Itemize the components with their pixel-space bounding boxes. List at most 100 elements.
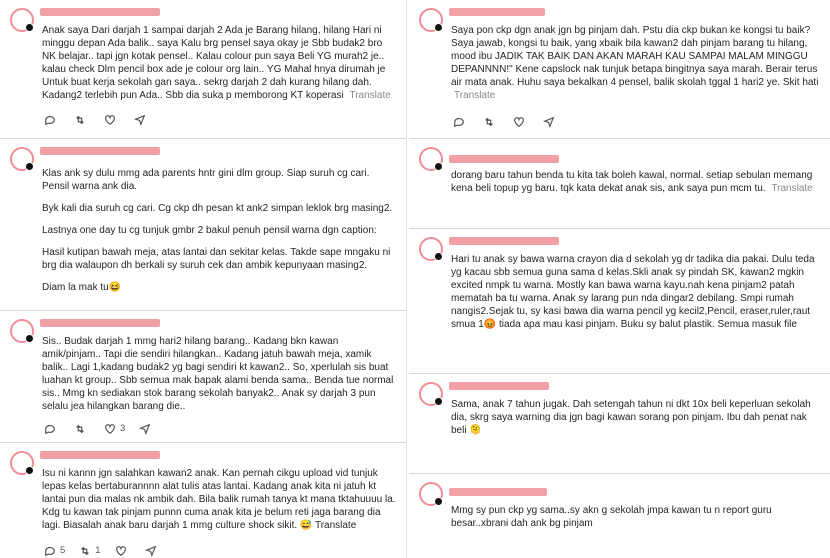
like-button[interactable] bbox=[104, 114, 120, 126]
avatar-badge bbox=[25, 466, 34, 475]
reply-icon bbox=[45, 424, 55, 434]
post-paragraph: Anak saya Dari darjah 1 sampai darjah 2 … bbox=[42, 25, 386, 101]
reply-count: 5 bbox=[60, 545, 66, 556]
avatar[interactable] bbox=[419, 382, 443, 406]
avatar[interactable] bbox=[419, 8, 443, 32]
retweet-count: 1 bbox=[95, 545, 101, 556]
avatar[interactable] bbox=[419, 482, 443, 506]
redacted-username bbox=[449, 155, 559, 163]
post-text: Hari tu anak sy bawa warna crayon dia d … bbox=[451, 253, 820, 340]
avatar[interactable] bbox=[10, 8, 34, 32]
reply-button[interactable]: 5 bbox=[44, 544, 65, 557]
post-paragraph: Sama, anak 7 tahun jugak. Dah setengah t… bbox=[451, 399, 811, 436]
retweet-button[interactable] bbox=[74, 423, 90, 435]
retweet-icon bbox=[485, 117, 493, 127]
action-bar bbox=[453, 116, 555, 128]
heart-icon bbox=[105, 115, 115, 126]
redacted-username bbox=[449, 8, 545, 16]
action-bar: 3 bbox=[44, 422, 151, 435]
avatar[interactable] bbox=[10, 451, 34, 475]
reply-button[interactable] bbox=[44, 114, 60, 126]
action-bar: 5 1 bbox=[44, 544, 157, 557]
reply-post[interactable]: dorang baru tahun benda tu kita tak bole… bbox=[409, 139, 830, 229]
reply-post[interactable]: Isu ni kannn jgn salahkan kawan2 anak. K… bbox=[0, 443, 406, 558]
post-paragraph: Isu ni kannn jgn salahkan kawan2 anak. K… bbox=[42, 468, 396, 531]
avatar-badge bbox=[25, 162, 34, 171]
retweet-button[interactable] bbox=[74, 114, 90, 126]
like-button[interactable]: 3 bbox=[104, 422, 125, 435]
like-button[interactable] bbox=[513, 116, 529, 128]
retweet-icon bbox=[81, 546, 90, 555]
post-paragraph: Mmg sy pun ckp yg sama..sy akn g sekolah… bbox=[451, 505, 772, 529]
retweet-icon bbox=[76, 424, 84, 433]
redacted-username bbox=[449, 237, 559, 245]
share-button[interactable] bbox=[144, 545, 157, 557]
action-bar bbox=[44, 114, 146, 126]
post-paragraph: Byk kali dia suruh cg cari. Cg ckp dh pe… bbox=[42, 203, 393, 214]
post-text: Isu ni kannn jgn salahkan kawan2 anak. K… bbox=[42, 467, 396, 541]
redacted-username bbox=[449, 382, 549, 390]
heart-icon bbox=[514, 117, 524, 128]
reply-post[interactable]: Saya pon ckp dgn anak jgn bg pinjam dah.… bbox=[409, 0, 830, 139]
avatar-badge bbox=[434, 252, 443, 261]
post-paragraph: Hari tu anak sy bawa warna crayon dia d … bbox=[451, 254, 815, 330]
post-paragraph: Klas ank sy dulu mmg ada parents hntr gi… bbox=[42, 168, 370, 192]
avatar-badge bbox=[25, 334, 34, 343]
translate-link[interactable]: Translate bbox=[454, 90, 495, 101]
retweet-button[interactable]: 1 bbox=[79, 544, 101, 557]
avatar[interactable] bbox=[10, 319, 34, 343]
avatar[interactable] bbox=[419, 147, 443, 171]
retweet-icon bbox=[76, 115, 84, 125]
avatar-badge bbox=[434, 23, 443, 32]
avatar-badge bbox=[434, 497, 443, 506]
post-paragraph: Hasil kutipan bawah meja, atas lantai da… bbox=[42, 247, 391, 271]
avatar[interactable] bbox=[419, 237, 443, 261]
share-button[interactable] bbox=[139, 423, 151, 435]
redacted-username bbox=[40, 147, 160, 155]
heart-icon bbox=[105, 423, 115, 434]
post-text: Sama, anak 7 tahun jugak. Dah setengah t… bbox=[451, 398, 820, 446]
share-icon bbox=[144, 545, 156, 557]
translate-link[interactable]: Translate bbox=[349, 90, 390, 101]
reply-button[interactable] bbox=[453, 116, 469, 128]
avatar-badge bbox=[434, 397, 443, 406]
share-icon bbox=[139, 423, 151, 435]
reply-post[interactable]: Mmg sy pun ckp yg sama..sy akn g sekolah… bbox=[409, 474, 830, 558]
share-icon bbox=[543, 116, 555, 128]
redacted-username bbox=[40, 451, 160, 459]
reply-icon bbox=[45, 546, 55, 556]
post-text: Sis.. Budak darjah 1 mmg hari2 hilang ba… bbox=[42, 335, 396, 422]
right-column: Saya pon ckp dgn anak jgn bg pinjam dah.… bbox=[409, 0, 830, 558]
reply-icon bbox=[45, 115, 55, 126]
share-button[interactable] bbox=[134, 114, 146, 126]
avatar-badge bbox=[434, 162, 443, 171]
post-paragraph: Lastnya one day tu cg tunjuk gmbr 2 baku… bbox=[42, 225, 377, 236]
left-column: Anak saya Dari darjah 1 sampai darjah 2 … bbox=[0, 0, 407, 558]
reply-post[interactable]: Hari tu anak sy bawa warna crayon dia d … bbox=[409, 229, 830, 374]
reply-icon bbox=[454, 117, 464, 128]
post-paragraph: dorang baru tahun benda tu kita tak bole… bbox=[451, 170, 813, 194]
redacted-username bbox=[40, 8, 160, 16]
reply-post[interactable]: Sama, anak 7 tahun jugak. Dah setengah t… bbox=[409, 374, 830, 474]
post-paragraph: Saya pon ckp dgn anak jgn bg pinjam dah.… bbox=[451, 25, 819, 88]
reply-post[interactable]: Anak saya Dari darjah 1 sampai darjah 2 … bbox=[0, 0, 406, 139]
reply-post[interactable]: Klas ank sy dulu mmg ada parents hntr gi… bbox=[0, 139, 406, 311]
post-paragraph: Sis.. Budak darjah 1 mmg hari2 hilang ba… bbox=[42, 336, 394, 412]
avatar[interactable] bbox=[10, 147, 34, 171]
redacted-username bbox=[40, 319, 160, 327]
heart-icon bbox=[115, 545, 126, 556]
retweet-button[interactable] bbox=[483, 116, 499, 128]
post-text: Mmg sy pun ckp yg sama..sy akn g sekolah… bbox=[451, 504, 820, 539]
like-button[interactable] bbox=[115, 545, 131, 557]
post-text: Saya pon ckp dgn anak jgn bg pinjam dah.… bbox=[451, 24, 820, 111]
translate-link[interactable]: Translate bbox=[771, 183, 812, 194]
redacted-username bbox=[449, 488, 547, 496]
share-button[interactable] bbox=[543, 116, 555, 128]
like-count: 3 bbox=[120, 423, 126, 434]
reply-button[interactable] bbox=[44, 423, 60, 435]
post-text: Klas ank sy dulu mmg ada parents hntr gi… bbox=[42, 167, 396, 303]
reply-post[interactable]: Sis.. Budak darjah 1 mmg hari2 hilang ba… bbox=[0, 311, 406, 443]
post-paragraph: Diam la mak tu😆 bbox=[42, 282, 122, 293]
post-text: dorang baru tahun benda tu kita tak bole… bbox=[451, 169, 820, 204]
post-text: Anak saya Dari darjah 1 sampai darjah 2 … bbox=[42, 24, 396, 111]
